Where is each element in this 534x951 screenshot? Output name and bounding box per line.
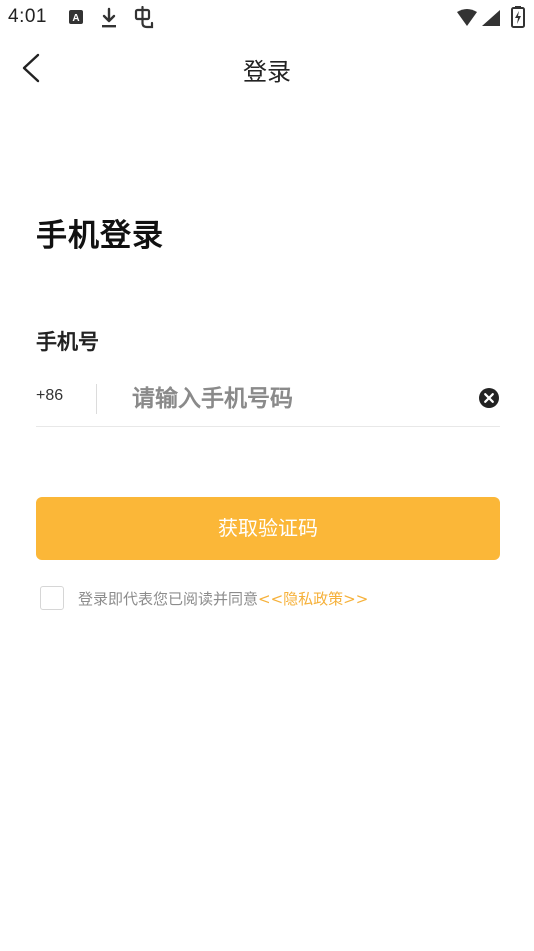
page-title: 登录 xyxy=(243,58,291,86)
status-bar: 4:01 A xyxy=(0,0,534,36)
agreement-row: 登录即代表您已阅读并同意 <<隐私政策>> xyxy=(40,584,368,612)
country-code[interactable]: +86 xyxy=(36,387,63,405)
top-app-bar: 登录 xyxy=(0,42,534,94)
phone-input[interactable] xyxy=(132,378,452,420)
status-time: 4:01 xyxy=(8,6,47,27)
signal-icon xyxy=(481,9,501,31)
wifi-icon xyxy=(456,9,478,31)
svg-text:A: A xyxy=(72,13,79,24)
clear-icon xyxy=(479,388,499,408)
get-code-button[interactable]: 获取验证码 xyxy=(36,497,500,560)
login-screen: 4:01 A 登录 手机登录 手机号 +86 请输入手机号码 获取验证码 登录即… xyxy=(0,0,534,951)
privacy-policy-link[interactable]: <<隐私政策>> xyxy=(258,588,368,609)
phone-label: 手机号 xyxy=(36,330,99,354)
notification-icon xyxy=(132,5,156,34)
app-a-icon: A xyxy=(68,9,84,29)
input-divider xyxy=(96,384,97,414)
agreement-checkbox[interactable] xyxy=(40,586,64,610)
phone-input-row: +86 xyxy=(36,372,500,427)
agreement-text: 登录即代表您已阅读并同意 xyxy=(78,589,259,608)
battery-icon xyxy=(511,6,525,32)
clear-input-button[interactable] xyxy=(478,387,500,409)
download-icon xyxy=(100,7,118,33)
login-heading: 手机登录 xyxy=(36,218,164,254)
